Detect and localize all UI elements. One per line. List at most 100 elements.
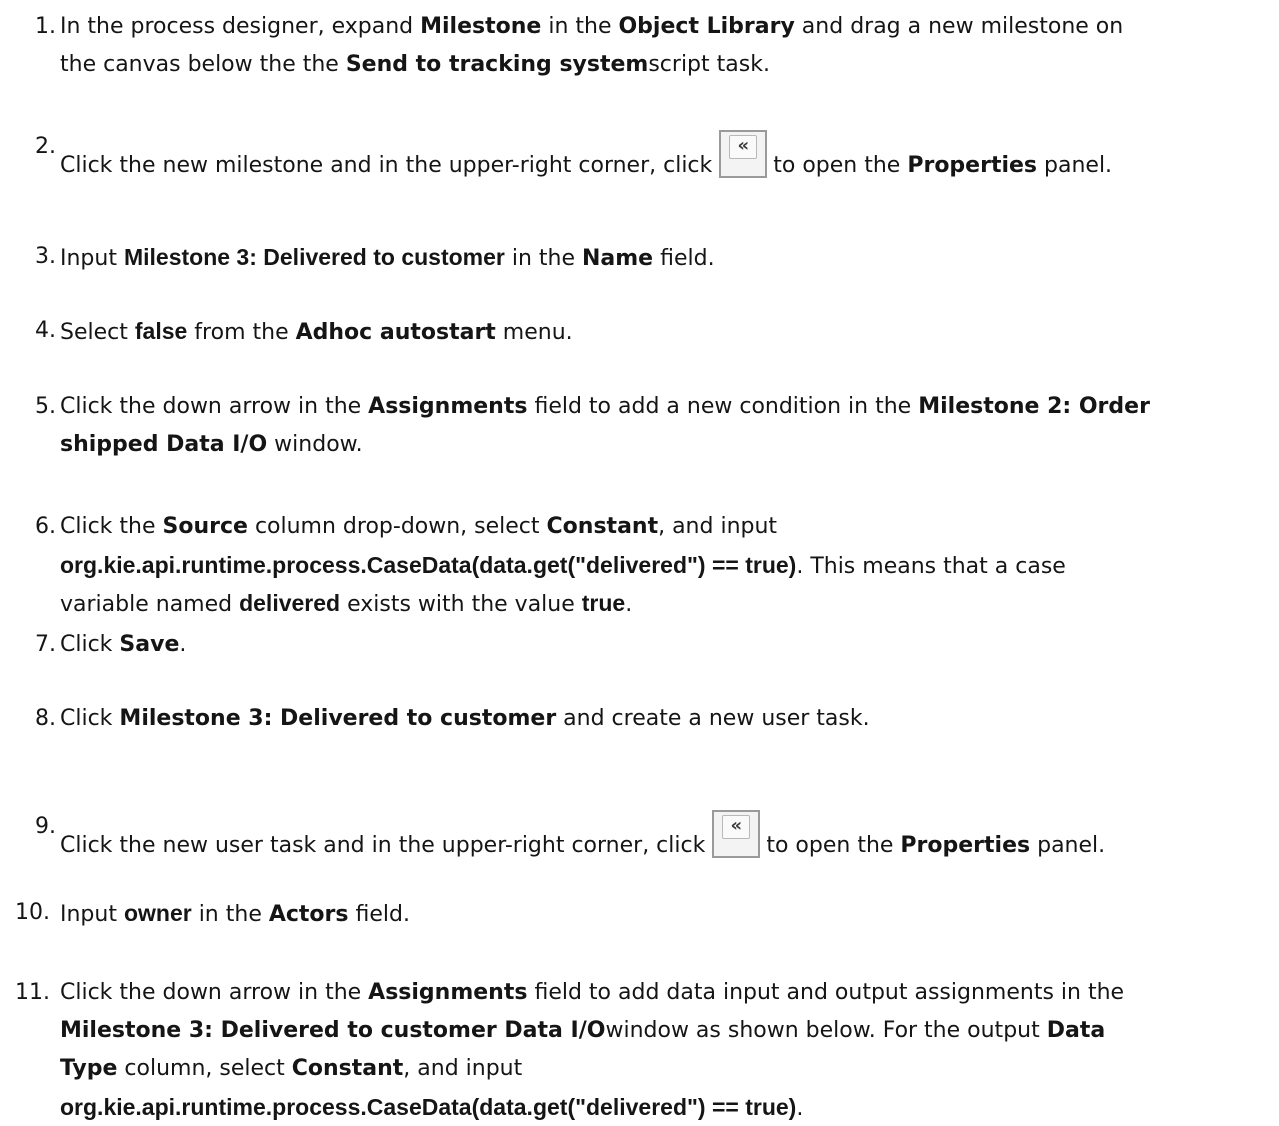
step-number: 7. (35, 632, 56, 657)
body-text: in the (504, 246, 582, 271)
body-text: and drag a new milestone on (794, 14, 1124, 39)
literal-value: owner (123, 900, 192, 926)
body-text: panel. (1030, 833, 1106, 858)
ui-label: Constant (546, 514, 659, 539)
step-number: 8. (35, 706, 56, 731)
step-text-line: the canvas below the the Send to trackin… (60, 48, 1277, 82)
collapse-properties-button: « (712, 810, 761, 858)
ui-label: shipped Data I/O (60, 432, 268, 457)
step-text-line: Input owner in the Actors field. (60, 896, 1277, 932)
body-text: and create a new user task. (556, 706, 870, 731)
literal-value: true (581, 590, 626, 616)
body-text: field. (653, 246, 715, 271)
step-number: 9. (35, 814, 56, 839)
body-text: window. (267, 432, 363, 457)
body-text: panel. (1037, 153, 1113, 178)
step-number: 11. (15, 980, 50, 1005)
body-text: Click the new milestone and in the upper… (60, 153, 720, 178)
body-text: , and input (403, 1056, 523, 1081)
step-text-line: Click the down arrow in the Assignments … (60, 976, 1277, 1010)
body-text: to open the (766, 833, 901, 858)
body-text: field. (348, 902, 410, 927)
body-text: Click the down arrow in the (60, 980, 369, 1005)
literal-value: false (134, 318, 188, 344)
step-text-line: Type column, select Constant, and input (60, 1052, 1277, 1086)
body-text: . (796, 1096, 804, 1121)
body-text: in the (191, 902, 269, 927)
ui-label: Milestone 3: Delivered to customer (119, 706, 557, 731)
ui-label: Source (162, 514, 248, 539)
step-text-line: Click the new user task and in the upper… (60, 810, 1277, 863)
body-text: Click the (60, 514, 163, 539)
ui-label: Milestone (420, 14, 542, 39)
body-text: Click (60, 706, 120, 731)
ui-label: Milestone 2: Order (918, 394, 1150, 419)
body-text: Input (60, 902, 124, 927)
ui-label: Send to tracking system (345, 52, 649, 77)
body-text: column, select (117, 1056, 292, 1081)
body-text: In the process designer, expand (60, 14, 421, 39)
step-text-line: In the process designer, expand Mileston… (60, 10, 1277, 44)
body-text: Input (60, 246, 124, 271)
step-number: 2. (35, 134, 56, 159)
body-text: column drop-down, select (247, 514, 547, 539)
body-text: Click (60, 632, 120, 657)
body-text: to open the (773, 153, 908, 178)
ui-label: Name (582, 246, 654, 271)
body-text: field to add a new condition in the (527, 394, 919, 419)
body-text: Select (60, 320, 135, 345)
step-text-line: Select false from the Adhoc autostart me… (60, 314, 1277, 350)
ui-label: Constant (291, 1056, 404, 1081)
step-text-line: Milestone 3: Delivered to customer Data … (60, 1014, 1277, 1048)
step-text-line: Click the new milestone and in the upper… (60, 130, 1277, 183)
body-text: from the (187, 320, 296, 345)
body-text: . (179, 632, 187, 657)
body-text: in the (541, 14, 619, 39)
body-text: script task. (648, 52, 770, 77)
literal-value: delivered (239, 590, 341, 616)
step-text-line: shipped Data I/O window. (60, 428, 1277, 462)
literal-value: Milestone 3: Delivered to customer (123, 244, 505, 270)
body-text: , and input (658, 514, 778, 539)
body-text: field to add data input and output assig… (527, 980, 1125, 1005)
body-text: the canvas below the the (60, 52, 346, 77)
step-text-line: Input Milestone 3: Delivered to customer… (60, 240, 1277, 276)
body-text: window as shown below. For the output (605, 1018, 1047, 1043)
step-text-line: Click the Source column drop-down, selec… (60, 510, 1277, 544)
body-text: Click the down arrow in the (60, 394, 369, 419)
step-text-line: variable named delivered exists with the… (60, 586, 1277, 622)
ui-label: Object Library (618, 14, 795, 39)
ui-label: Properties (907, 153, 1038, 178)
ui-label: Adhoc autostart (295, 320, 496, 345)
step-text-line: org.kie.api.runtime.process.CaseData(dat… (60, 1090, 1277, 1126)
collapse-panel-icon: « (722, 815, 751, 839)
step-text-line: Click the down arrow in the Assignments … (60, 390, 1277, 424)
body-text: exists with the value (340, 592, 582, 617)
literal-value: org.kie.api.runtime.process.CaseData(dat… (60, 552, 797, 578)
body-text: . (625, 592, 633, 617)
step-number: 5. (35, 394, 56, 419)
ui-label: Properties (900, 833, 1031, 858)
body-text: menu. (495, 320, 573, 345)
body-text: Click the new user task and in the upper… (60, 833, 713, 858)
body-text: . This means that a case (796, 554, 1066, 579)
step-number: 3. (35, 244, 56, 269)
ui-label: Save (119, 632, 180, 657)
step-number: 10. (15, 900, 50, 925)
ui-label: Data (1046, 1018, 1106, 1043)
ui-label: Assignments (368, 980, 528, 1005)
ui-label: Actors (268, 902, 349, 927)
step-number: 1. (35, 14, 56, 39)
ui-label: Milestone 3: Delivered to customer Data … (60, 1018, 606, 1043)
step-text-line: org.kie.api.runtime.process.CaseData(dat… (60, 548, 1277, 584)
collapse-properties-button: « (719, 130, 768, 178)
literal-value: org.kie.api.runtime.process.CaseData(dat… (60, 1094, 797, 1120)
step-number: 4. (35, 318, 56, 343)
step-text-line: Click Save. (60, 628, 1277, 662)
ui-label: Assignments (368, 394, 528, 419)
collapse-panel-icon: « (729, 135, 758, 159)
ui-label: Type (60, 1056, 118, 1081)
step-text-line: Click Milestone 3: Delivered to customer… (60, 702, 1277, 736)
step-number: 6. (35, 514, 56, 539)
body-text: variable named (60, 592, 240, 617)
